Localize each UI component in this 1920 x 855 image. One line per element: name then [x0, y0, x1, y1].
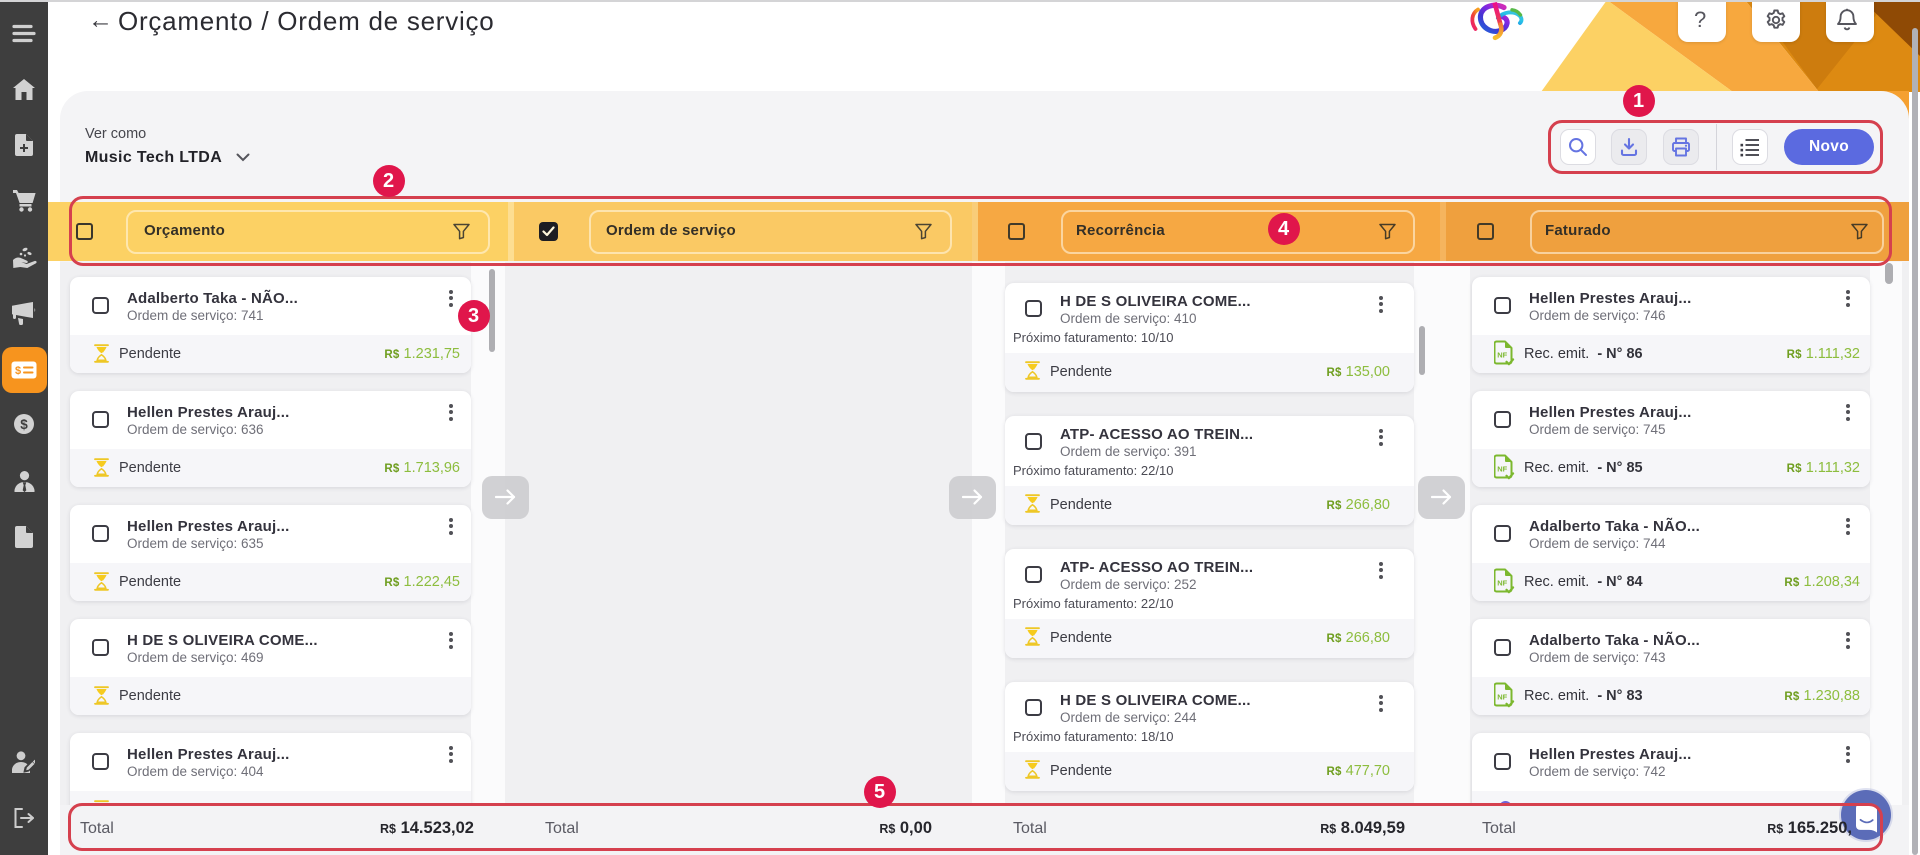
svg-text:$: $	[15, 365, 21, 377]
svg-text:NF: NF	[1497, 579, 1507, 588]
svg-text:NF: NF	[1497, 351, 1507, 360]
svg-text:NF: NF	[1497, 465, 1507, 474]
svg-text:NF: NF	[1497, 693, 1507, 702]
svg-text:$: $	[20, 417, 28, 432]
